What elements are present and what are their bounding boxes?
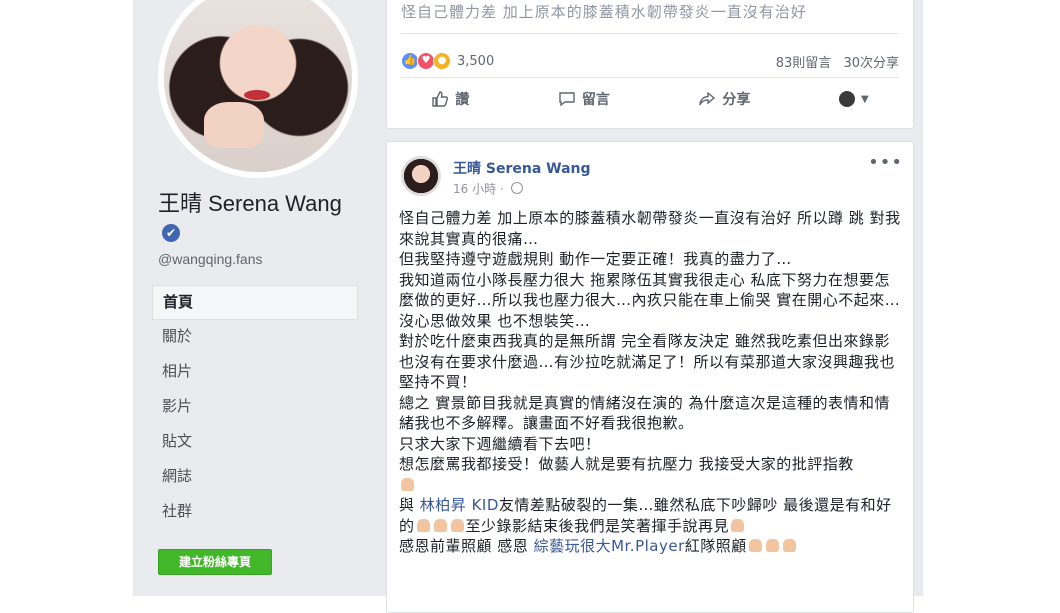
comment-count-link[interactable]: 83則留言 — [776, 56, 832, 71]
share-count-link[interactable]: 30次分享 — [843, 56, 899, 71]
post-author-avatar[interactable] — [401, 156, 441, 196]
avatar — [164, 0, 352, 172]
comment-button[interactable]: 留言 — [558, 89, 610, 109]
post-paragraph: 對於吃什麼東西我真的是無所謂 完全看隊友決定 雖然我吃素但出來錄影也沒有在要求什… — [399, 332, 896, 391]
post-timestamp[interactable]: 16 小時 · — [453, 180, 523, 197]
post-paragraph: 想怎麼罵我都接受！做藝人就是要有抗壓力 我接受大家的批評指教 — [399, 455, 854, 473]
mention-link-mrplayer[interactable]: 綜藝玩很大Mr.Player — [534, 537, 685, 555]
globe-icon — [510, 182, 523, 194]
create-page-button[interactable]: 建立粉絲專頁 — [158, 549, 272, 575]
post-paragraph — [399, 475, 904, 496]
wow-reaction-icon: ● — [433, 52, 451, 70]
post-paragraph: 我知道兩位小隊長壓力很大 拖累隊伍其實我很走心 私底下努力在想要怎麼做的更好…所… — [399, 270, 901, 330]
comment-label: 留言 — [581, 92, 610, 108]
praying-hands-icon — [748, 539, 762, 552]
post-card: 王晴 Serena Wang 16 小時 · ••• 怪自己體力差 加上原本的膝… — [386, 141, 914, 613]
page-handle[interactable]: @wangqing.fans — [158, 251, 263, 267]
sidebar-item-home[interactable]: 首頁 — [152, 285, 358, 320]
post-actions: 讚 留言 分享 ▼ — [387, 89, 913, 109]
post-paragraph: 怪自己體力差 加上原本的膝蓋積水韌帶發炎一直沒有治好 所以蹲 跳 對我來說其實真… — [399, 209, 901, 248]
comment-icon — [559, 92, 575, 107]
post-author-name[interactable]: 王晴 Serena Wang — [453, 158, 591, 178]
page-title[interactable]: 王晴 Serena Wang ✔ — [158, 190, 358, 246]
page-avatar-small-icon — [838, 91, 855, 107]
divider — [401, 77, 899, 78]
thanks-rest: 紅隊照顧 — [684, 537, 747, 555]
sidebar-item-videos[interactable]: 影片 — [152, 390, 358, 425]
reactions-summary[interactable]: 👍 ♥ ● 3,500 — [401, 52, 494, 70]
like-button[interactable]: 讚 — [431, 89, 469, 109]
sidebar-item-photos[interactable]: 相片 — [152, 355, 358, 390]
post-paragraph: 但我堅持遵守遊戲規則 動作一定要正確！我真的盡力了… — [399, 250, 792, 268]
share-label: 分享 — [722, 92, 751, 108]
praying-hands-icon — [765, 539, 779, 552]
thumbs-up-emoji-icon — [416, 518, 430, 532]
verified-badge-icon: ✔ — [162, 224, 180, 242]
page-name-text: 王晴 Serena Wang — [158, 191, 342, 216]
post-paragraph: 總之 實景節目我就是真實的情緒沒在演的 為什麼這次是這種的表情和情緒我也不多解釋… — [399, 393, 891, 433]
thumbs-up-emoji-icon — [433, 518, 447, 532]
share-button[interactable]: 分享 — [698, 89, 750, 109]
praying-hands-icon — [782, 539, 796, 552]
post-paragraph: 只求大家下週繼續看下去吧！ — [399, 434, 601, 453]
sidebar-item-posts[interactable]: 貼文 — [152, 425, 358, 460]
waving-hand-icon — [731, 518, 745, 532]
mention-tail: 至少錄影結束後我們是笑著揮手說再見 — [465, 516, 730, 535]
post-text: 怪自己體力差 加上原本的膝蓋積水韌帶發炎一直沒有治好 所以蹲 跳 對我來說其實真… — [399, 208, 904, 557]
mention-prefix: 與 — [399, 496, 415, 514]
divider — [401, 33, 899, 34]
sidebar-item-notes[interactable]: 網誌 — [152, 460, 358, 495]
sidebar-item-community[interactable]: 社群 — [152, 495, 358, 530]
avatar-lips — [244, 90, 270, 100]
chevron-down-icon: ▼ — [860, 93, 869, 105]
thumbs-up-emoji-icon — [450, 518, 464, 532]
previous-post-card: 怪自己體力差 加上原本的膝蓋積水韌帶發炎一直沒有治好 👍 ♥ ● 3,500 8… — [386, 0, 914, 129]
avatar-hand — [204, 102, 264, 148]
post-paragraph: 感恩前輩照顧 感恩 綜藝玩很大Mr.Player紅隊照顧 — [399, 536, 904, 557]
mention-link-kid[interactable]: 林柏昇 KID — [420, 496, 499, 514]
sidebar-item-about[interactable]: 關於 — [152, 320, 358, 355]
reaction-count: 3,500 — [457, 53, 495, 69]
praying-hands-icon — [401, 477, 414, 491]
thanks-prefix: 感恩前輩照顧 感恩 — [399, 537, 529, 555]
thumbs-up-icon — [432, 91, 449, 107]
more-options-icon[interactable]: ••• — [868, 152, 903, 173]
truncated-post-text: 怪自己體力差 加上原本的膝蓋積水韌帶發炎一直沒有治好 — [401, 3, 807, 21]
share-icon — [699, 91, 716, 106]
like-label: 讚 — [455, 92, 470, 108]
post-time: 16 小時 — [453, 182, 497, 196]
post-as-selector[interactable]: ▼ — [838, 89, 869, 109]
engagement-stats: 83則留言 30次分享 — [768, 52, 899, 71]
sidebar-nav: 首頁 關於 相片 影片 貼文 網誌 社群 — [152, 285, 358, 530]
post-paragraph: 與 林柏昇 KID友情差點破裂的一集…雖然私底下吵歸吵 最後還是有和好的 至少錄影… — [399, 495, 904, 536]
